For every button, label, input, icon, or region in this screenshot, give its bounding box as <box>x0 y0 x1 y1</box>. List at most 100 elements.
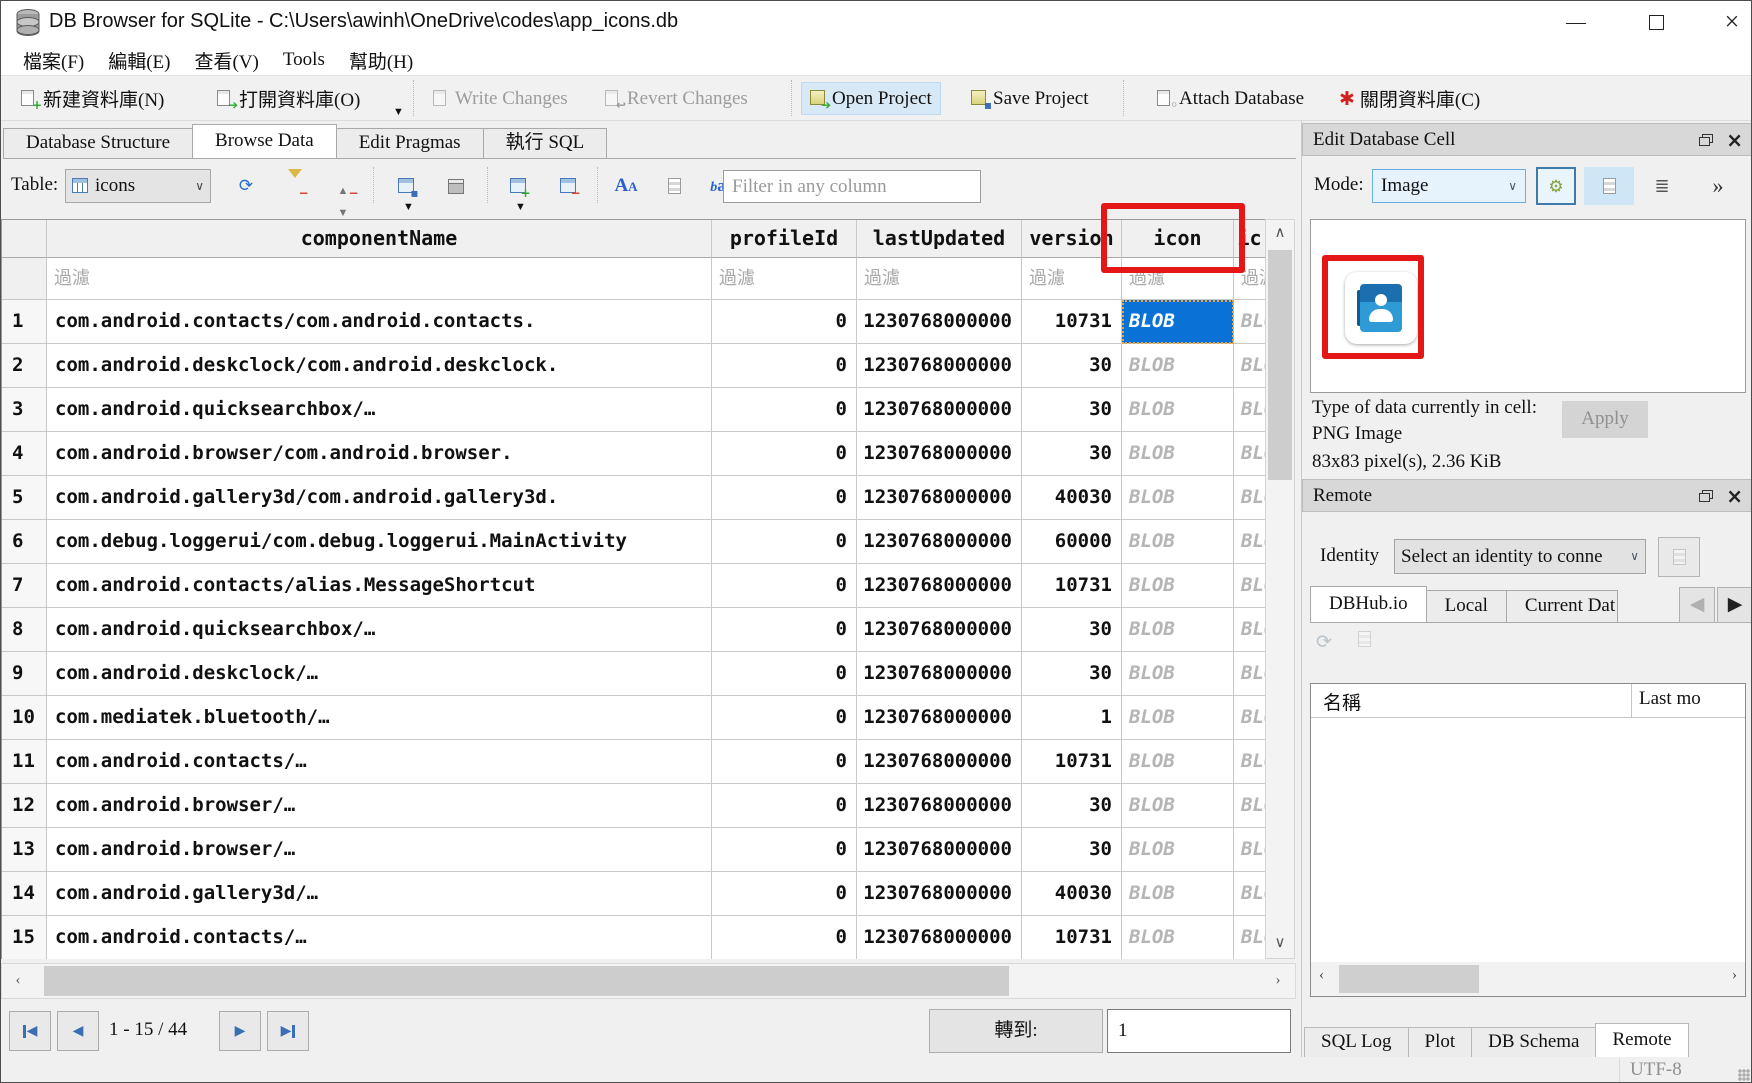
cell-partial[interactable]: BLOB <box>1234 872 1265 916</box>
cell-icon-blob[interactable]: BLOB <box>1122 300 1234 344</box>
open-database-button[interactable]: ➔ 打開資料庫(O) <box>209 82 368 115</box>
cell-componentName[interactable]: com.android.contacts/com.android.contact… <box>47 300 712 344</box>
cell-icon-blob[interactable]: BLOB <box>1122 520 1234 564</box>
cell-componentName[interactable]: com.mediatek.bluetooth/… <box>47 696 712 740</box>
cell-version[interactable]: 10731 <box>1022 916 1122 959</box>
apply-button[interactable]: Apply <box>1562 401 1648 438</box>
close-panel-icon[interactable]: × <box>1726 488 1743 504</box>
save-project-button[interactable]: ▪ Save Project <box>963 82 1097 115</box>
float-panel-icon[interactable] <box>1699 137 1710 146</box>
overflow-button[interactable]: » <box>1698 167 1738 205</box>
cell-version[interactable]: 10731 <box>1022 300 1122 344</box>
cell-componentName[interactable]: com.android.deskclock/com.android.deskcl… <box>47 344 712 388</box>
cell-profileId[interactable]: 0 <box>712 388 857 432</box>
cell-version[interactable]: 40030 <box>1022 476 1122 520</box>
scroll-left-icon[interactable]: ‹ <box>4 967 32 995</box>
cell-icon-blob[interactable]: BLOB <box>1122 828 1234 872</box>
cell-icon-blob[interactable]: BLOB <box>1122 916 1234 959</box>
cell-profileId[interactable]: 0 <box>712 344 857 388</box>
cell-icon-blob[interactable]: BLOB <box>1122 696 1234 740</box>
tab-scroll-left-button[interactable]: ◀ <box>1679 587 1715 623</box>
filter-input-profileId[interactable]: 過濾 <box>712 258 857 300</box>
cell-partial[interactable]: BLOB <box>1234 828 1265 872</box>
cell-partial[interactable]: BLOB <box>1234 608 1265 652</box>
cell-partial[interactable]: BLOB <box>1234 652 1265 696</box>
table-select[interactable]: icons ∨ <box>65 169 211 203</box>
cell-componentName[interactable]: com.android.browser/com.android.browser. <box>47 432 712 476</box>
cell-profileId[interactable]: 0 <box>712 872 857 916</box>
cell-lastUpdated[interactable]: 1230768000000 <box>857 608 1022 652</box>
cell-profileId[interactable]: 0 <box>712 828 857 872</box>
cell-componentName[interactable]: com.android.gallery3d/… <box>47 872 712 916</box>
cell-partial[interactable]: BLOB <box>1234 300 1265 344</box>
main-tab-edit-pragmas[interactable]: Edit Pragmas <box>336 128 484 158</box>
main-tab--sql[interactable]: 執行 SQL <box>483 128 608 158</box>
remote-list-modified-column[interactable]: Last mo <box>1639 688 1739 710</box>
cell-lastUpdated[interactable]: 1230768000000 <box>857 740 1022 784</box>
cell-version[interactable]: 40030 <box>1022 872 1122 916</box>
delete-record-button[interactable]: − <box>551 170 585 202</box>
cell-icon-blob[interactable]: BLOB <box>1122 344 1234 388</box>
attach-database-button[interactable]: ◦ Attach Database <box>1149 82 1312 115</box>
last-page-button[interactable]: ▶ <box>267 1011 309 1051</box>
cell-icon-blob[interactable]: BLOB <box>1122 608 1234 652</box>
menu-item[interactable]: 幫助(H) <box>337 45 425 76</box>
insert-record-dropdown-icon[interactable]: ▼ <box>515 201 526 213</box>
scroll-right-icon[interactable]: › <box>1732 967 1737 984</box>
cell-componentName[interactable]: com.android.contacts/alias.MessageShortc… <box>47 564 712 608</box>
cell-partial[interactable]: BLOB <box>1234 784 1265 828</box>
remote-scroll-thumb[interactable] <box>1339 965 1479 993</box>
column-header-profileId[interactable]: profileId <box>712 220 857 258</box>
revert-changes-button[interactable]: ↩ Revert Changes <box>597 82 756 115</box>
previous-page-button[interactable]: ◀ <box>57 1011 99 1051</box>
text-view-button[interactable] <box>1584 167 1634 205</box>
print-button[interactable] <box>439 170 473 202</box>
cell-lastUpdated[interactable]: 1230768000000 <box>857 652 1022 696</box>
cell-partial[interactable]: BLOB <box>1234 344 1265 388</box>
scroll-up-icon[interactable]: ∧ <box>1266 220 1294 248</box>
cell-icon-blob[interactable]: BLOB <box>1122 740 1234 784</box>
font-format-button[interactable]: AA <box>609 170 643 202</box>
cell-lastUpdated[interactable]: 1230768000000 <box>857 828 1022 872</box>
cell-lastUpdated[interactable]: 1230768000000 <box>857 520 1022 564</box>
open-external-button[interactable] <box>657 170 691 202</box>
encoding-indicator[interactable]: UTF-8 <box>1619 1058 1692 1082</box>
float-panel-icon[interactable] <box>1699 493 1710 502</box>
cell-profileId[interactable]: 0 <box>712 696 857 740</box>
cell-partial[interactable]: BLOB <box>1234 388 1265 432</box>
cell-componentName[interactable]: com.android.deskclock/… <box>47 652 712 696</box>
vertical-scroll-thumb[interactable] <box>1268 250 1292 480</box>
cell-lastUpdated[interactable]: 1230768000000 <box>857 300 1022 344</box>
cell-profileId[interactable]: 0 <box>712 608 857 652</box>
minimize-button[interactable]: — <box>1553 7 1599 39</box>
cell-icon-blob[interactable]: BLOB <box>1122 476 1234 520</box>
identity-select[interactable]: Select an identity to conne ∨ <box>1394 539 1646 574</box>
mode-select[interactable]: Image ∨ <box>1372 169 1526 203</box>
cell-componentName[interactable]: com.android.quicksearchbox/… <box>47 388 712 432</box>
filter-input-lastUpdated[interactable]: 過濾 <box>857 258 1022 300</box>
remote-upload-icon[interactable] <box>1358 631 1371 661</box>
close-database-button[interactable]: ✱ 關閉資料庫(C) <box>1331 82 1488 115</box>
cell-componentName[interactable]: com.debug.loggerui/com.debug.loggerui.Ma… <box>47 520 712 564</box>
cell-componentName[interactable]: com.android.contacts/… <box>47 740 712 784</box>
cell-version[interactable]: 30 <box>1022 784 1122 828</box>
tab-scroll-right-button[interactable]: ▶ <box>1717 587 1752 623</box>
main-tab-database-structure[interactable]: Database Structure <box>3 128 193 158</box>
clear-filters-button[interactable]: − <box>279 170 313 202</box>
cell-icon-blob[interactable]: BLOB <box>1122 388 1234 432</box>
cell-partial[interactable]: BLOB <box>1234 740 1265 784</box>
cell-icon-blob[interactable]: BLOB <box>1122 784 1234 828</box>
cell-profileId[interactable]: 0 <box>712 564 857 608</box>
cell-lastUpdated[interactable]: 1230768000000 <box>857 872 1022 916</box>
cell-version[interactable]: 60000 <box>1022 520 1122 564</box>
cell-lastUpdated[interactable]: 1230768000000 <box>857 344 1022 388</box>
menu-item[interactable]: 查看(V) <box>183 45 271 76</box>
grid-horizontal-scrollbar[interactable]: ‹ › <box>1 963 1296 999</box>
cell-lastUpdated[interactable]: 1230768000000 <box>857 476 1022 520</box>
cell-profileId[interactable]: 0 <box>712 476 857 520</box>
dock-tab-remote[interactable]: Remote <box>1595 1023 1688 1057</box>
export-table-button[interactable]: ▪ <box>389 170 423 202</box>
cell-lastUpdated[interactable]: 1230768000000 <box>857 916 1022 959</box>
remote-tab-dbhub-io[interactable]: DBHub.io <box>1310 586 1427 622</box>
cell-profileId[interactable]: 0 <box>712 300 857 344</box>
